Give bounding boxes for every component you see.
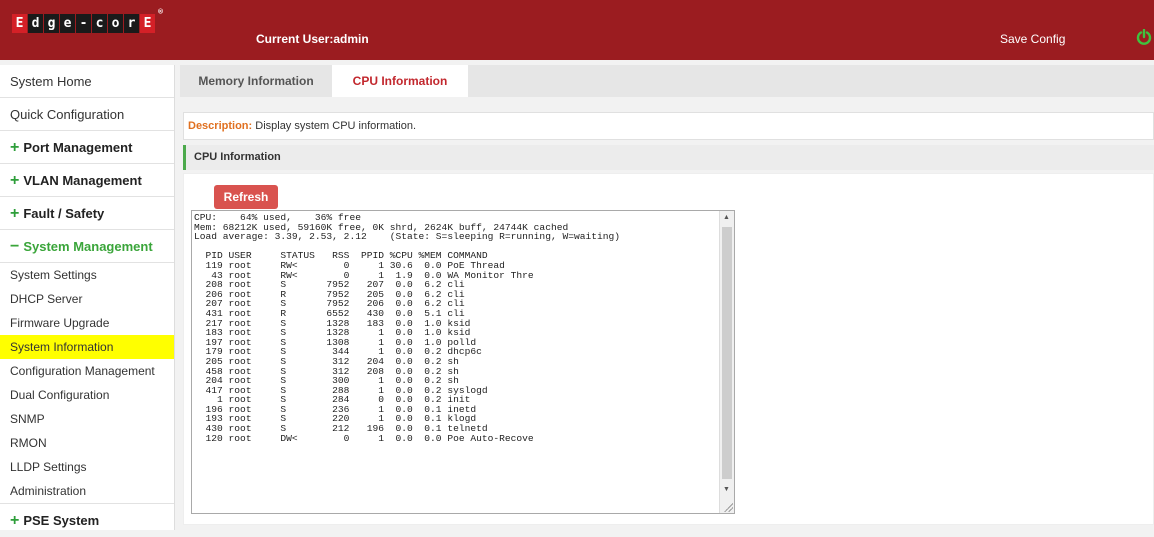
- sidebar: System Home Quick Configuration + Port Ma…: [0, 65, 175, 530]
- resize-handle-icon[interactable]: [723, 502, 733, 512]
- description-text: Display system CPU information.: [252, 120, 417, 132]
- plus-icon: +: [10, 512, 20, 529]
- sidebar-subitem-dual-configuration[interactable]: Dual Configuration: [0, 383, 174, 407]
- description-label: Description:: [188, 120, 253, 132]
- vertical-scrollbar[interactable]: ▲ ▼: [719, 211, 734, 513]
- top-header: E d g e - c o r E ® Current User:admin S…: [0, 0, 1154, 60]
- logo-letter: o: [108, 14, 123, 33]
- cpu-output-textarea[interactable]: CPU: 64% used, 36% free Mem: 68212K used…: [191, 210, 735, 514]
- sidebar-subitem-dhcp-server[interactable]: DHCP Server: [0, 287, 174, 311]
- sidebar-subitem-rmon[interactable]: RMON: [0, 431, 174, 455]
- description-box: Description: Display system CPU informat…: [183, 112, 1154, 140]
- section-title: CPU Information: [183, 145, 1154, 170]
- power-icon[interactable]: [1136, 29, 1152, 45]
- sidebar-subitem-snmp[interactable]: SNMP: [0, 407, 174, 431]
- logo-letter: E: [12, 14, 27, 33]
- scroll-down-arrow-icon[interactable]: ▼: [723, 486, 730, 493]
- scroll-up-arrow-icon[interactable]: ▲: [723, 214, 730, 221]
- sidebar-item-pse-system[interactable]: + PSE System: [0, 503, 174, 536]
- sidebar-subitem-administration[interactable]: Administration: [0, 479, 174, 503]
- logo-letter: g: [44, 14, 59, 33]
- plus-icon: +: [10, 205, 20, 222]
- registered-mark: ®: [158, 7, 163, 16]
- sidebar-subitem-firmware-upgrade[interactable]: Firmware Upgrade: [0, 311, 174, 335]
- minus-icon: −: [10, 238, 20, 255]
- main-content: Memory Information CPU Information Descr…: [180, 65, 1154, 530]
- tab-bar: Memory Information CPU Information: [180, 65, 1154, 97]
- sidebar-subitem-system-settings[interactable]: System Settings: [0, 263, 174, 287]
- sidebar-item-system-management[interactable]: − System Management: [0, 230, 174, 263]
- refresh-button[interactable]: Refresh: [214, 185, 278, 209]
- edgecore-logo: E d g e - c o r E ®: [12, 8, 163, 33]
- plus-icon: +: [10, 172, 20, 189]
- current-user: Current User:admin: [256, 32, 369, 46]
- tab-cpu-information[interactable]: CPU Information: [332, 65, 468, 97]
- sidebar-item-port-management[interactable]: + Port Management: [0, 131, 174, 164]
- sidebar-subitem-configuration-management[interactable]: Configuration Management: [0, 359, 174, 383]
- sidebar-item-label: Fault / Safety: [23, 206, 105, 221]
- sidebar-item-label: System Home: [10, 74, 92, 89]
- plus-icon: +: [10, 139, 20, 156]
- save-config-button[interactable]: Save Config: [1000, 32, 1065, 46]
- sidebar-subitem-system-information[interactable]: System Information: [0, 335, 174, 359]
- sidebar-item-quick-configuration[interactable]: Quick Configuration: [0, 98, 174, 131]
- sidebar-item-vlan-management[interactable]: + VLAN Management: [0, 164, 174, 197]
- sidebar-item-label: VLAN Management: [23, 173, 142, 188]
- logo-letter: e: [60, 14, 75, 33]
- logo-letter: c: [92, 14, 107, 33]
- logo-letter: E: [140, 14, 155, 33]
- sidebar-item-label: PSE System: [23, 513, 100, 528]
- sidebar-subitem-lldp-settings[interactable]: LLDP Settings: [0, 455, 174, 479]
- sidebar-item-label: System Management: [23, 239, 153, 254]
- sidebar-item-system-home[interactable]: System Home: [0, 65, 174, 98]
- logo-letter: d: [28, 14, 43, 33]
- sidebar-item-label: Port Management: [23, 140, 133, 155]
- scroll-thumb[interactable]: [722, 227, 732, 479]
- logo-letter: r: [124, 14, 139, 33]
- logo-letter: -: [76, 14, 91, 33]
- tab-memory-information[interactable]: Memory Information: [180, 65, 332, 97]
- sidebar-item-fault-safety[interactable]: + Fault / Safety: [0, 197, 174, 230]
- cpu-output-text: CPU: 64% used, 36% free Mem: 68212K used…: [194, 212, 621, 444]
- cpu-info-panel: Refresh CPU: 64% used, 36% free Mem: 682…: [183, 173, 1154, 525]
- sidebar-item-label: Quick Configuration: [10, 107, 125, 122]
